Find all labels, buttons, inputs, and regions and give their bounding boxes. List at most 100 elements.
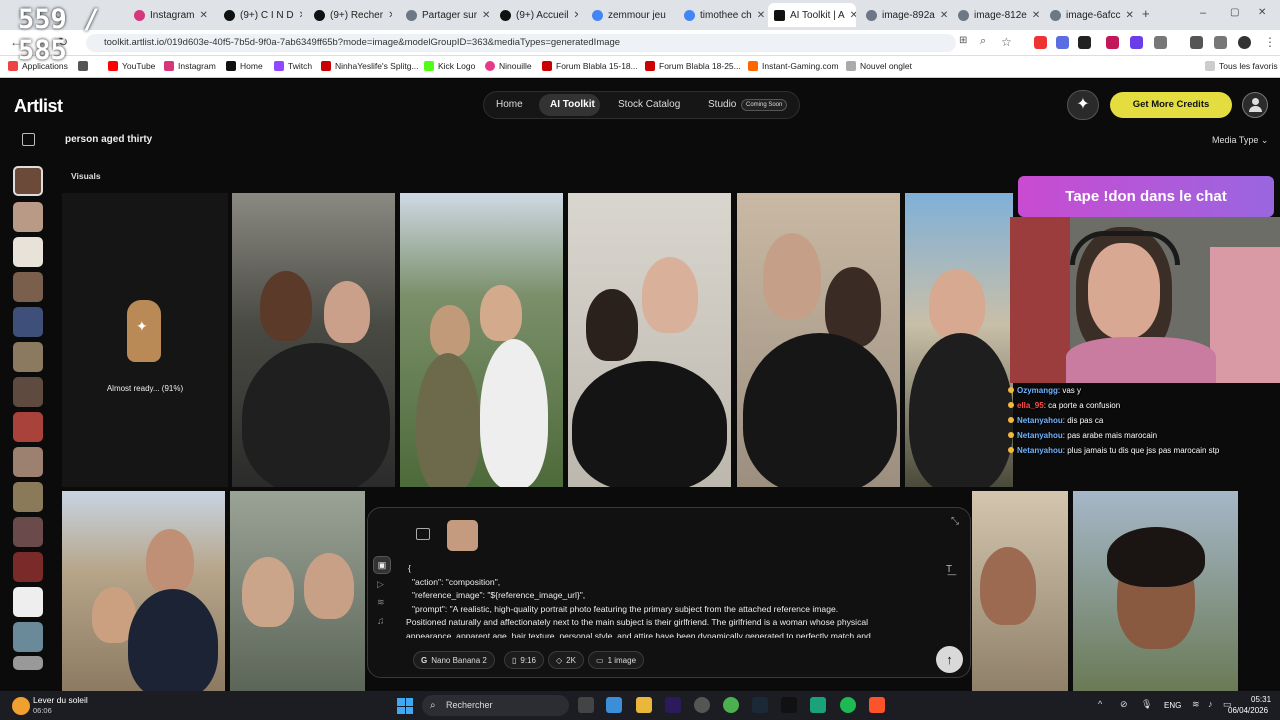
edit-icon[interactable] — [22, 133, 35, 146]
aspect-ratio-selector[interactable]: ▯ 9:16 — [504, 651, 544, 669]
volume-icon[interactable]: ♪ — [1208, 699, 1213, 709]
generated-image[interactable] — [230, 491, 365, 691]
bookmark-item[interactable]: Nouvel onglet — [846, 61, 912, 71]
get-more-credits-button[interactable]: Get More Credits — [1110, 92, 1232, 118]
bookmark-star-icon[interactable]: ☆ — [1001, 35, 1012, 49]
media-type-dropdown[interactable]: Media Type ⌄ — [1212, 135, 1268, 146]
bookmark-item[interactable]: Ninouille — [485, 61, 532, 71]
bookmark-item[interactable]: Instagram — [164, 61, 216, 71]
clock-time[interactable]: 05:31 — [1251, 695, 1271, 704]
history-thumbnail[interactable] — [13, 202, 43, 232]
menu-icon[interactable]: ⋮ — [1264, 35, 1276, 49]
generated-image[interactable] — [62, 491, 225, 691]
new-tab-button[interactable]: + — [1142, 6, 1150, 21]
audio-mode-icon[interactable]: ≋ — [377, 597, 385, 608]
extension-icon[interactable] — [1034, 36, 1047, 49]
browser-tab[interactable]: (9+) C I N D ✕ — [218, 3, 302, 27]
network-off-icon[interactable]: ⊘ — [1120, 699, 1128, 710]
bookmark-item[interactable] — [78, 61, 88, 71]
file-explorer-icon[interactable] — [636, 697, 652, 713]
browser-tab[interactable]: image-812e ✕ — [952, 3, 1042, 27]
resolution-selector[interactable]: ◇ 2K — [548, 651, 584, 669]
history-thumbnail[interactable] — [13, 587, 43, 617]
image-count-selector[interactable]: ▭ 1 image — [588, 651, 645, 669]
address-bar[interactable]: toolkit.artlist.io/019d603e-40f5-7b5d-9f… — [86, 34, 956, 52]
close-icon[interactable]: ✕ — [199, 10, 207, 21]
sparkle-button[interactable]: ✦ — [1067, 90, 1099, 120]
close-icon[interactable]: ✕ — [757, 10, 764, 21]
extension-icon[interactable] — [1106, 36, 1119, 49]
history-thumbnail[interactable] — [13, 517, 43, 547]
close-icon[interactable]: ✕ — [1032, 10, 1040, 21]
artlist-logo[interactable]: Artlist — [14, 96, 63, 117]
nav-studio[interactable]: Studio — [708, 99, 736, 110]
close-icon[interactable]: ✕ — [940, 10, 948, 21]
generated-image[interactable] — [568, 193, 731, 487]
model-selector[interactable]: G Nano Banana 2 — [413, 651, 495, 669]
profile-icon[interactable] — [1238, 36, 1251, 49]
history-thumbnail[interactable] — [13, 552, 43, 582]
copilot-icon[interactable] — [606, 697, 622, 713]
bookmark-item[interactable]: Forum Blabla 18-25... — [645, 61, 741, 71]
brave-icon[interactable] — [869, 697, 885, 713]
browser-tab[interactable]: (9+) Recher ✕ — [308, 3, 392, 27]
generated-image[interactable] — [232, 193, 395, 487]
history-thumbnail[interactable] — [13, 622, 43, 652]
close-icon[interactable]: ✕ — [388, 10, 392, 21]
clock-date[interactable]: 06/04/2026 — [1228, 706, 1268, 715]
app-icon[interactable] — [694, 697, 710, 713]
history-thumbnail[interactable] — [13, 412, 43, 442]
extension-icon[interactable] — [1056, 36, 1069, 49]
minimize-button[interactable]: – — [1200, 7, 1206, 19]
generated-image[interactable] — [737, 193, 900, 487]
generated-image[interactable] — [1073, 491, 1238, 691]
extension-icon[interactable] — [1130, 36, 1143, 49]
close-icon[interactable]: ✕ — [299, 10, 302, 21]
image-mode-icon[interactable]: ▣ — [373, 556, 391, 574]
history-thumbnail[interactable] — [13, 166, 43, 196]
browser-tab-active[interactable]: AI Toolkit | A ✕ — [768, 3, 856, 27]
browser-tab[interactable]: timothee ch ✕ — [678, 3, 764, 27]
bookmark-item[interactable]: NinhaYeslife's Splitg... — [321, 61, 419, 71]
reference-image-thumbnail[interactable] — [447, 520, 478, 551]
premiere-icon[interactable] — [665, 697, 681, 713]
generated-image[interactable] — [905, 193, 1013, 487]
puzzle-icon[interactable] — [1154, 36, 1167, 49]
chevron-up-icon[interactable]: ^ — [1098, 699, 1102, 709]
bookmark-item[interactable]: Instant-Gaming.com — [748, 61, 839, 71]
close-icon[interactable]: ✕ — [850, 10, 856, 21]
browser-tab[interactable]: image-892a ✕ — [860, 3, 948, 27]
nav-home[interactable]: Home — [496, 99, 523, 110]
history-thumbnail[interactable] — [13, 377, 43, 407]
microphone-icon[interactable]: 🎙 — [1141, 699, 1152, 710]
download-icon[interactable] — [1190, 36, 1203, 49]
prompt-textarea[interactable]: { "action": "composition", "reference_im… — [406, 562, 931, 638]
media-icon[interactable] — [1214, 36, 1227, 49]
close-icon[interactable]: ✕ — [482, 10, 490, 21]
bookmark-item[interactable]: Forum Blabla 15-18... — [542, 61, 638, 71]
bookmark-item[interactable]: Home — [226, 61, 263, 71]
browser-tab[interactable]: (9+) Accueil ✕ — [494, 3, 578, 27]
enhance-prompt-icon[interactable]: T͟ — [946, 564, 952, 575]
close-icon[interactable]: ✕ — [1125, 10, 1133, 21]
history-thumbnail[interactable] — [13, 447, 43, 477]
collapse-icon[interactable]: ⤡ — [951, 516, 959, 527]
history-thumbnail[interactable] — [13, 342, 43, 372]
browser-tab[interactable]: Partager sur ✕ — [400, 3, 490, 27]
generate-button[interactable]: ↑ — [936, 646, 963, 673]
extension-icon[interactable] — [1078, 36, 1091, 49]
close-icon[interactable]: ✕ — [574, 10, 578, 21]
all-bookmarks[interactable]: Tous les favoris — [1205, 61, 1278, 71]
spotify-icon[interactable] — [840, 697, 856, 713]
user-avatar[interactable] — [1242, 92, 1268, 118]
browser-tab[interactable]: zemmour jeu✕ — [586, 3, 670, 27]
close-window-button[interactable]: ✕ — [1258, 7, 1266, 18]
tiktok-icon[interactable] — [781, 697, 797, 713]
language-indicator[interactable]: ENG — [1164, 701, 1181, 710]
app-icon[interactable] — [810, 697, 826, 713]
nav-stock-catalog[interactable]: Stock Catalog — [618, 99, 680, 110]
music-mode-icon[interactable]: ♫ — [377, 616, 385, 627]
browser-tab[interactable]: image-6afcc ✕ — [1044, 3, 1134, 27]
history-thumbnail[interactable] — [13, 482, 43, 512]
history-thumbnail[interactable] — [13, 237, 43, 267]
